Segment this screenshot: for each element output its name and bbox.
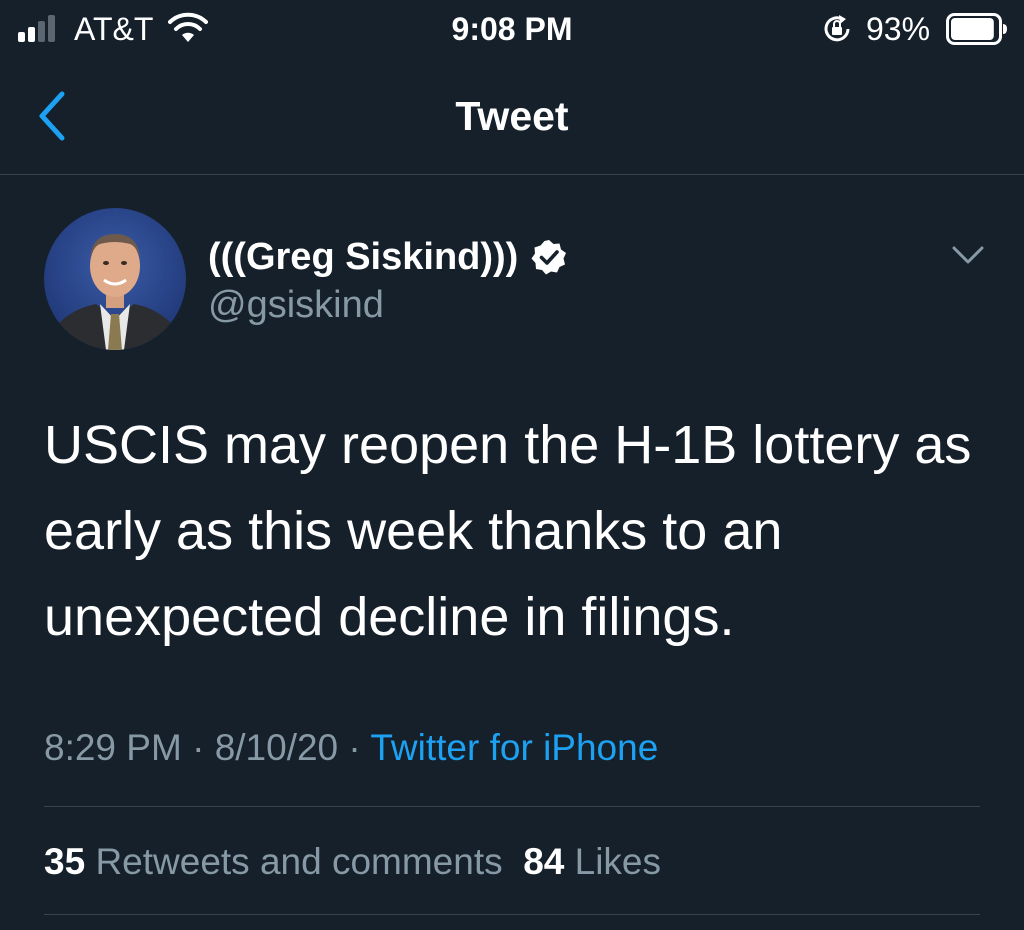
retweets-stat[interactable]: 35 Retweets and comments (44, 841, 503, 882)
retweets-count: 35 (44, 841, 86, 882)
likes-label: Likes (574, 841, 662, 882)
nav-bar: Tweet (0, 58, 1024, 175)
meta-separator: · (348, 727, 361, 768)
status-bar: AT&T 9:08 PM 93% (0, 0, 1024, 58)
display-name[interactable]: (((Greg Siskind))) (208, 234, 518, 280)
battery-percent: 93% (866, 11, 931, 47)
likes-stat[interactable]: 84 Likes (523, 841, 661, 882)
likes-count: 84 (523, 841, 565, 882)
tweet-meta: 8:29 PM · 8/10/20 · Twitter for iPhone (44, 724, 658, 772)
chevron-down-icon (952, 246, 984, 264)
tweet-detail-screen: AT&T 9:08 PM 93% Tweet (((Greg Siskind))… (0, 0, 1024, 930)
battery-icon (946, 13, 1007, 45)
avatar[interactable] (44, 208, 186, 350)
divider (44, 914, 980, 915)
tweet-text: USCIS may reopen the H-1B lottery as ear… (44, 415, 972, 647)
tweet-date: 8/10/20 (214, 727, 339, 768)
tweet-source-link[interactable]: Twitter for iPhone (370, 727, 658, 768)
more-options-button[interactable] (946, 238, 990, 272)
rotation-lock-icon (824, 15, 850, 42)
retweets-label: Retweets and comments (95, 841, 503, 882)
author-name-row[interactable]: (((Greg Siskind))) (208, 232, 568, 282)
page-title: Tweet (455, 93, 569, 139)
author-handle[interactable]: @gsiskind (208, 282, 384, 328)
tweet-time: 8:29 PM (44, 727, 182, 768)
verified-badge-icon (531, 240, 567, 275)
divider (44, 806, 980, 807)
engagement-stats: 35 Retweets and comments 84 Likes (44, 838, 661, 886)
meta-separator: · (192, 727, 205, 768)
